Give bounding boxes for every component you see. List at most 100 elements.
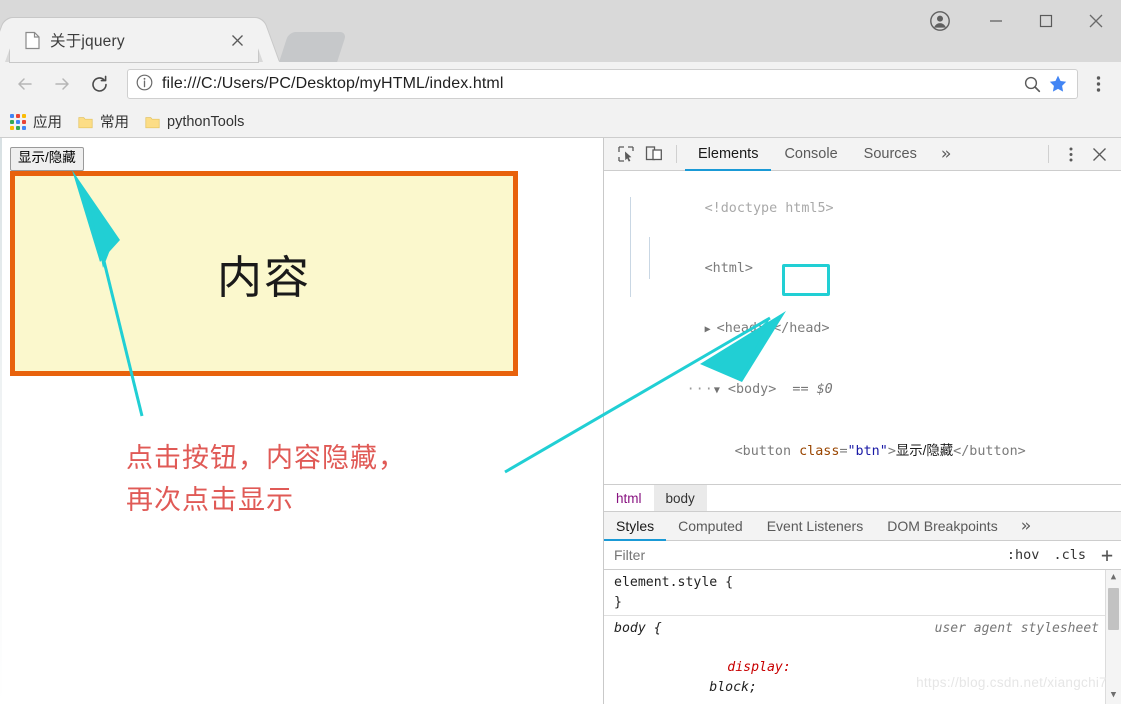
bookmark-star-icon[interactable] (1045, 71, 1071, 97)
url-text[interactable]: file:///C:/Users/PC/Desktop/myHTML/index… (162, 75, 1019, 93)
button-attr-name[interactable]: class (799, 444, 839, 459)
stylesheet-origin: user agent stylesheet (934, 621, 1099, 636)
rule-selector[interactable]: element.style { (614, 573, 1121, 593)
browser-tab[interactable]: 关于jquery (10, 18, 258, 62)
new-tab-placeholder[interactable] (279, 32, 347, 62)
page-icon (24, 31, 41, 50)
head-tag: <head>…</head> (716, 321, 830, 336)
browser-window: 关于jquery file:///C:/Users/PC/Desktop/myH… (0, 0, 1121, 704)
devtools-tablist: Elements Console Sources » (685, 138, 1040, 171)
tab-label: Styles (616, 518, 655, 534)
body-open-tag: <body> (727, 382, 777, 397)
inspect-element-icon[interactable] (612, 140, 640, 168)
dom-line-body-open[interactable]: ···▼ <body> == $0 (604, 360, 1121, 421)
address-bar[interactable]: file:///C:/Users/PC/Desktop/myHTML/index… (127, 69, 1078, 99)
expand-triangle-icon[interactable]: ▶ (705, 324, 717, 335)
breadcrumb-item-body[interactable]: body (653, 485, 707, 511)
bookmark-label: 应用 (33, 115, 62, 131)
button-attr-value[interactable]: "btn" (848, 444, 888, 459)
three-dot-menu-icon[interactable] (1085, 69, 1111, 99)
apps-grid-icon (10, 113, 26, 130)
tab-close-icon[interactable] (226, 29, 248, 51)
styles-tablist: Styles Computed Event Listeners DOM Brea… (604, 511, 1121, 541)
scroll-up-arrow-icon[interactable]: ▲ (1106, 570, 1121, 586)
css-value[interactable]: block; (709, 680, 757, 695)
bookmarks-bar: 应用 常用 pythonTools (0, 106, 1121, 138)
devtools-toolbar-right (1040, 140, 1121, 168)
bookmark-folder-pythontools[interactable]: pythonTools (145, 114, 244, 130)
annotation-text: 点击按钮，内容隐藏， 再次点击显示 (126, 443, 406, 515)
css-rule-element-style[interactable]: element.style { } (604, 570, 1121, 616)
new-style-rule-button[interactable]: + (1093, 545, 1121, 565)
tab-console[interactable]: Console (771, 138, 850, 170)
scroll-down-arrow-icon[interactable]: ▼ (1106, 688, 1121, 704)
toolbar-divider (1048, 145, 1049, 163)
close-window-button[interactable] (1071, 0, 1121, 42)
gt: > (887, 444, 896, 459)
window-controls (909, 0, 1121, 42)
content-box: 内容 (10, 171, 518, 376)
reload-button-icon[interactable] (82, 67, 116, 101)
dom-line-button[interactable]: <button class="btn">显示/隐藏</button> (604, 421, 1121, 482)
css-rules-pane[interactable]: element.style { } body { user agent styl… (604, 570, 1121, 704)
collapse-triangle-icon[interactable]: ▼ (714, 385, 720, 396)
dom-line-html-open[interactable]: <html> (604, 239, 1121, 299)
viewport-left-edge (0, 138, 2, 704)
device-toolbar-icon[interactable] (640, 140, 668, 168)
breadcrumb-item-html[interactable]: html (604, 485, 654, 511)
breadcrumb-label: html (616, 490, 642, 506)
tab-sources[interactable]: Sources (851, 138, 930, 170)
hov-button[interactable]: :hov (1000, 547, 1047, 563)
bookmark-label: pythonTools (167, 113, 245, 130)
zoom-magnifier-icon[interactable] (1019, 71, 1045, 97)
button-text-node[interactable]: 显示/隐藏 (896, 443, 953, 458)
button-close-tag: </button> (953, 444, 1026, 459)
breadcrumb: html body (604, 484, 1121, 511)
dom-tree[interactable]: <!doctype html5> <html> ▶ <head>…</head>… (604, 171, 1121, 484)
three-dot-menu-icon[interactable] (1057, 140, 1085, 168)
close-icon[interactable] (1085, 140, 1113, 168)
toggle-show-hide-button[interactable]: 显示/隐藏 (10, 147, 84, 171)
maximize-button[interactable] (1021, 0, 1071, 42)
tab-dom-breakpoints[interactable]: DOM Breakpoints (875, 512, 1009, 540)
more-style-tabs-chevron-icon[interactable]: » (1010, 512, 1042, 540)
css-property[interactable]: display: (709, 660, 791, 675)
css-rule-body[interactable]: body { user agent stylesheet display: bl… (604, 616, 1121, 704)
node-overflow-ellipsis[interactable]: ··· (687, 382, 714, 397)
html-open-tag: <html> (704, 261, 753, 276)
bookmark-apps[interactable]: 应用 (10, 111, 62, 132)
doctype-text: <!doctype html5> (704, 201, 834, 216)
bookmark-folder-changyong[interactable]: 常用 (78, 111, 129, 132)
page-viewport: 显示/隐藏 内容 点击按钮，内容隐藏， 再次点击显示 (0, 138, 604, 704)
navigation-toolbar: file:///C:/Users/PC/Desktop/myHTML/index… (0, 62, 1121, 106)
cls-button[interactable]: .cls (1046, 547, 1093, 563)
more-tabs-chevron-icon[interactable]: » (930, 138, 962, 170)
tab-label: Event Listeners (766, 518, 864, 534)
selected-node-ref: == $0 (792, 382, 833, 397)
styles-filter-input[interactable] (604, 546, 1000, 564)
tab-computed[interactable]: Computed (666, 512, 755, 540)
profile-avatar-icon[interactable] (909, 0, 971, 42)
info-circle-icon[interactable] (136, 74, 156, 94)
tab-elements[interactable]: Elements (685, 138, 772, 171)
back-button-icon[interactable] (8, 67, 42, 101)
scrollbar-track[interactable] (1106, 586, 1121, 688)
breadcrumb-label: body (665, 490, 695, 506)
styles-scrollbar[interactable]: ▲ ▼ (1105, 570, 1121, 704)
tab-event-listeners[interactable]: Event Listeners (755, 512, 876, 540)
tab-styles[interactable]: Styles (604, 512, 667, 541)
tab-label: Elements (698, 146, 759, 162)
content-box-text: 内容 (216, 252, 311, 303)
dom-line-doctype[interactable]: <!doctype html5> (604, 179, 1121, 239)
forward-button-icon[interactable] (45, 67, 79, 101)
styles-filter-row: :hov .cls + (604, 541, 1121, 570)
minimize-button[interactable] (971, 0, 1021, 42)
dom-line-div[interactable]: <div class="box hide">内容</div> (604, 482, 1121, 484)
tab-strip: 关于jquery (0, 0, 1121, 62)
tab-label: DOM Breakpoints (887, 518, 998, 534)
scrollbar-thumb[interactable] (1108, 588, 1119, 630)
folder-icon (145, 115, 160, 129)
devtools-toolbar: Elements Console Sources » (604, 138, 1121, 171)
dom-line-head[interactable]: ▶ <head>…</head> (604, 299, 1121, 360)
css-declaration[interactable]: display: block; (614, 639, 1121, 704)
